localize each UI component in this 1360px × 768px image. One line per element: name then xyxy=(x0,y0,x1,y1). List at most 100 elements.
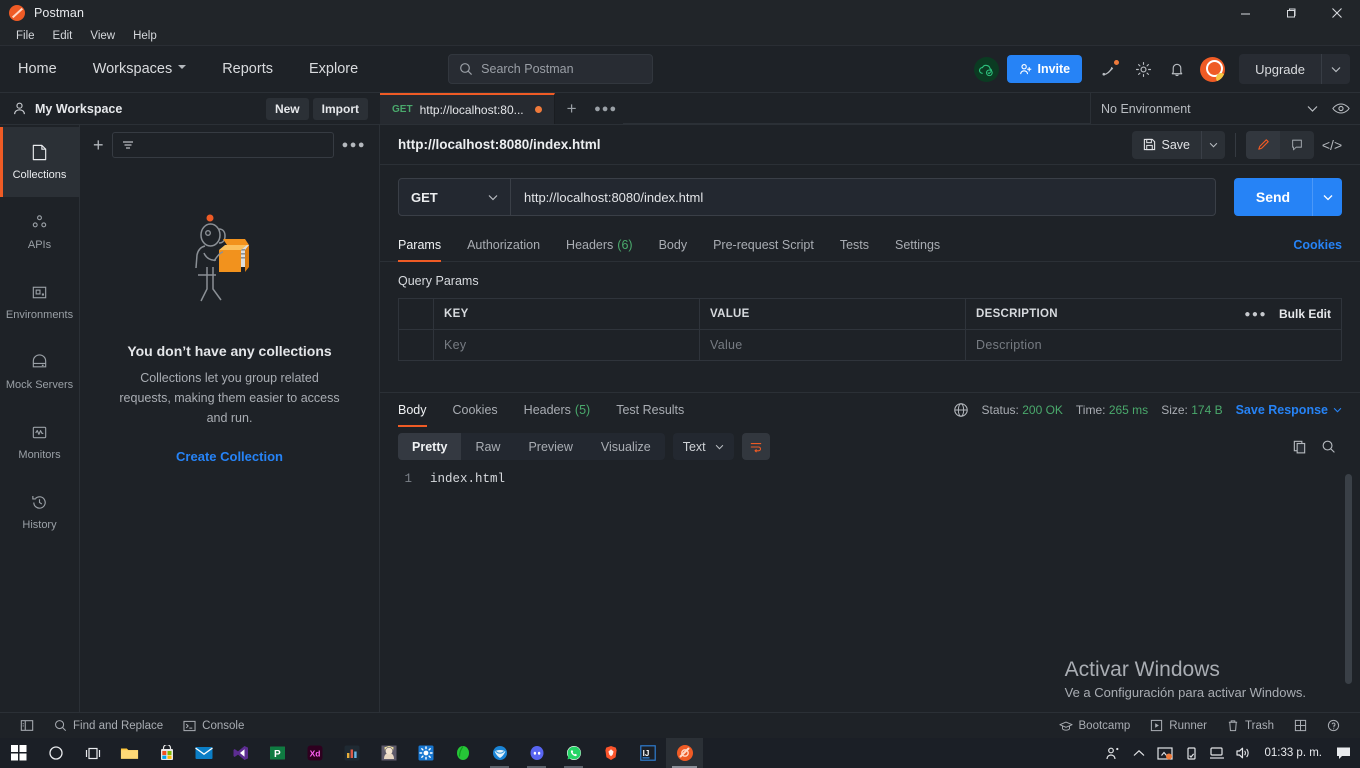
close-icon[interactable] xyxy=(1314,0,1360,26)
tab-params[interactable]: Params xyxy=(398,228,454,262)
action-center-icon[interactable] xyxy=(1330,738,1356,768)
copy-icon[interactable] xyxy=(1292,439,1307,454)
file-explorer[interactable] xyxy=(111,738,148,768)
new-button[interactable]: New xyxy=(265,97,309,120)
sidebar-item-mock-servers[interactable]: Mock Servers xyxy=(0,337,79,407)
send-button[interactable]: Send xyxy=(1234,178,1312,216)
table-options-icon[interactable]: ●●● xyxy=(1244,309,1267,320)
people-icon[interactable] xyxy=(1100,738,1126,768)
discord[interactable] xyxy=(518,738,555,768)
environment-selector[interactable]: No Environment xyxy=(1090,93,1360,124)
chevron-down-icon[interactable] xyxy=(1322,66,1350,73)
save-options-button[interactable] xyxy=(1201,130,1225,159)
key-input[interactable]: Key xyxy=(434,329,700,361)
url-input[interactable]: http://localhost:8080/index.html xyxy=(511,178,1216,216)
view-mode-pretty[interactable]: Pretty xyxy=(398,433,462,460)
help-button[interactable] xyxy=(1317,719,1350,732)
value-input[interactable]: Value xyxy=(700,329,966,361)
volume-icon[interactable] xyxy=(1230,738,1256,768)
anime-app[interactable] xyxy=(370,738,407,768)
screen-icon[interactable] xyxy=(1152,738,1178,768)
search-icon[interactable] xyxy=(1321,439,1336,454)
response-format-select[interactable]: Text xyxy=(672,433,734,460)
bootcamp-button[interactable]: Bootcamp xyxy=(1049,720,1141,732)
tab-authorization[interactable]: Authorization xyxy=(454,228,553,262)
menu-file[interactable]: File xyxy=(7,26,44,46)
response-tab-headers[interactable]: Headers (5) xyxy=(511,393,604,427)
tab-pre-request-script[interactable]: Pre-request Script xyxy=(700,228,827,262)
menu-help[interactable]: Help xyxy=(124,26,166,46)
intellij-idea[interactable]: IJ xyxy=(629,738,666,768)
response-scrollbar[interactable] xyxy=(1345,474,1352,684)
save-button[interactable]: Save xyxy=(1131,130,1201,159)
new-collection-button[interactable]: + xyxy=(93,136,104,154)
create-collection-link[interactable]: Create Collection xyxy=(176,449,283,464)
thunderbird[interactable] xyxy=(481,738,518,768)
maximize-icon[interactable] xyxy=(1268,0,1314,26)
http-method-select[interactable]: GET xyxy=(398,178,511,216)
network-icon[interactable] xyxy=(1204,738,1230,768)
send-options-button[interactable] xyxy=(1312,178,1342,216)
adobe-xd[interactable]: Xd xyxy=(296,738,333,768)
task-view-button[interactable] xyxy=(74,738,111,768)
save-response-button[interactable]: Save Response xyxy=(1236,403,1342,417)
eye-icon[interactable] xyxy=(1332,102,1350,115)
trash-button[interactable]: Trash xyxy=(1217,719,1284,732)
invite-button[interactable]: Invite xyxy=(1007,55,1083,83)
runner-button[interactable]: Runner xyxy=(1140,719,1217,732)
tab-options-icon[interactable]: ●●● xyxy=(589,93,623,124)
sidebar-item-environments[interactable]: Environments xyxy=(0,267,79,337)
nav-reports[interactable]: Reports xyxy=(204,61,291,77)
comment-mode-button[interactable] xyxy=(1280,130,1314,159)
find-and-replace-button[interactable]: Find and Replace xyxy=(44,719,173,732)
edit-mode-button[interactable] xyxy=(1246,130,1280,159)
taskbar-clock[interactable]: 01:33 p. m. xyxy=(1256,747,1330,760)
cloud-sync-icon[interactable] xyxy=(974,56,1000,82)
whatsapp[interactable] xyxy=(555,738,592,768)
start-button[interactable] xyxy=(0,738,37,768)
sidebar-item-history[interactable]: History xyxy=(0,477,79,547)
nav-home[interactable]: Home xyxy=(0,61,75,77)
green-app[interactable] xyxy=(444,738,481,768)
tab-body[interactable]: Body xyxy=(646,228,701,262)
analytics-app[interactable] xyxy=(333,738,370,768)
usb-icon[interactable] xyxy=(1178,738,1204,768)
search-button[interactable] xyxy=(37,738,74,768)
code-icon[interactable]: </> xyxy=(1314,137,1350,153)
settings-app[interactable] xyxy=(407,738,444,768)
response-tab-test-results[interactable]: Test Results xyxy=(603,393,697,427)
search-input[interactable]: Search Postman xyxy=(448,54,654,84)
collections-options-icon[interactable]: ●●● xyxy=(342,139,366,151)
select-all-checkbox-cell[interactable] xyxy=(399,298,434,330)
row-checkbox-cell[interactable] xyxy=(399,329,434,361)
sidebar-item-apis[interactable]: APIs xyxy=(0,197,79,267)
cookies-link[interactable]: Cookies xyxy=(1293,238,1342,252)
sidebar-item-monitors[interactable]: Monitors xyxy=(0,407,79,477)
description-input[interactable]: Description xyxy=(966,330,1231,361)
tab-headers[interactable]: Headers (6) xyxy=(553,228,646,262)
show-hidden-icons-icon[interactable] xyxy=(1126,738,1152,768)
view-mode-visualize[interactable]: Visualize xyxy=(587,433,665,460)
nav-workspaces[interactable]: Workspaces xyxy=(75,61,205,77)
new-tab-button[interactable]: + xyxy=(555,93,589,124)
avatar[interactable] xyxy=(1200,56,1226,82)
globe-icon[interactable] xyxy=(953,402,969,418)
request-tab[interactable]: GET http://localhost:80... xyxy=(380,93,555,124)
bulk-edit-button[interactable]: Bulk Edit xyxy=(1279,307,1331,321)
tab-settings[interactable]: Settings xyxy=(882,228,953,262)
response-tab-body[interactable]: Body xyxy=(398,393,440,427)
console-button[interactable]: Console xyxy=(173,720,254,732)
gear-icon[interactable] xyxy=(1126,52,1160,86)
sidebar-item-collections[interactable]: Collections xyxy=(0,127,79,197)
visual-studio[interactable] xyxy=(222,738,259,768)
response-tab-cookies[interactable]: Cookies xyxy=(440,393,511,427)
nav-explore[interactable]: Explore xyxy=(291,61,376,77)
menu-view[interactable]: View xyxy=(81,26,124,46)
response-body-viewer[interactable]: 1 index.html xyxy=(380,460,1360,712)
bell-icon[interactable] xyxy=(1160,52,1194,86)
satellite-icon[interactable] xyxy=(1092,52,1126,86)
microsoft-store[interactable] xyxy=(148,738,185,768)
import-button[interactable]: Import xyxy=(312,97,368,120)
word-wrap-icon[interactable] xyxy=(741,433,770,460)
minimize-icon[interactable] xyxy=(1222,0,1268,26)
